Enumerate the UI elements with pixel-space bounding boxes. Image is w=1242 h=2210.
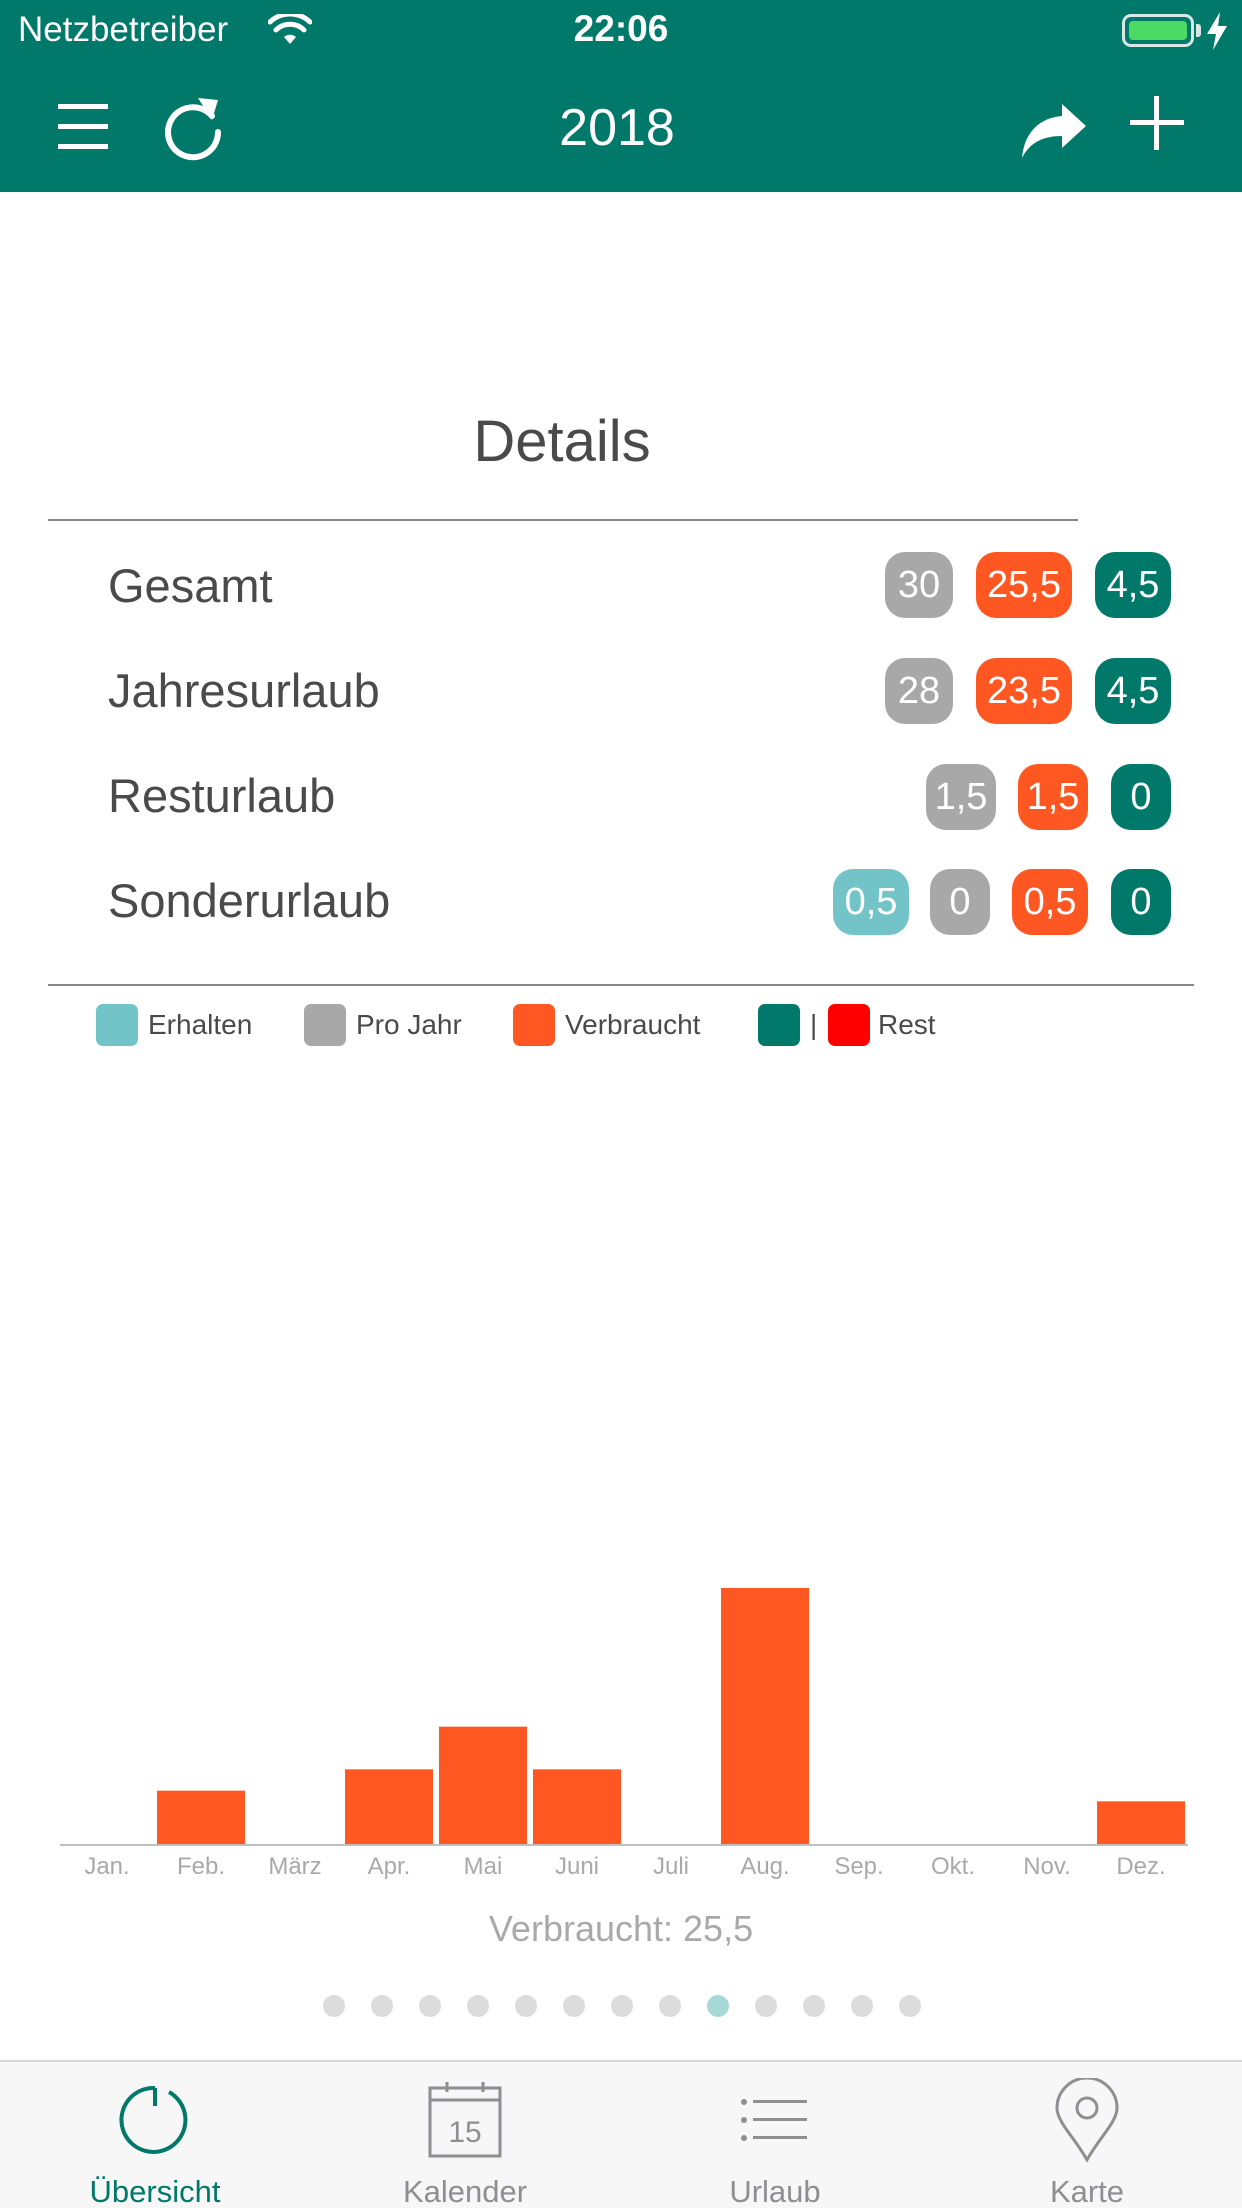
page-dot[interactable] bbox=[707, 1995, 729, 2017]
x-tick-label: Mai bbox=[464, 1853, 503, 1880]
x-tick-label: März bbox=[268, 1853, 321, 1880]
calendar-day: 15 bbox=[448, 2116, 481, 2149]
legend-label: Erhalten bbox=[148, 1009, 253, 1040]
bar bbox=[157, 1790, 245, 1844]
legend-label: Pro Jahr bbox=[356, 1009, 462, 1040]
row-label: Gesamt bbox=[108, 559, 273, 612]
badge-verbraucht: 1,5 bbox=[1018, 764, 1088, 830]
nav-bar: 2018 bbox=[0, 62, 1242, 192]
badge-pro-jahr: 1,5 bbox=[926, 764, 996, 830]
badge-rest: 0 bbox=[1111, 764, 1171, 830]
page-dot[interactable] bbox=[659, 1995, 681, 2017]
tab-label: Übersicht bbox=[89, 2174, 221, 2209]
x-tick-label: Aug. bbox=[740, 1853, 789, 1880]
legend-swatch bbox=[96, 1004, 138, 1046]
tab-label: Karte bbox=[1049, 2174, 1125, 2209]
x-tick-label: Feb. bbox=[177, 1853, 225, 1880]
tab-label: Urlaub bbox=[729, 2174, 821, 2209]
x-tick-label: Apr. bbox=[368, 1853, 411, 1880]
overview-icon bbox=[119, 2085, 188, 2154]
battery-cap bbox=[1196, 24, 1201, 37]
badge-rest: 4,5 bbox=[1095, 552, 1171, 618]
monthly-usage-chart: Jan. Feb. März Apr. Mai Juni Juli Aug. Sep. Okt. N… bbox=[60, 1588, 1188, 1880]
plus-icon[interactable] bbox=[1122, 90, 1192, 160]
page-dot[interactable] bbox=[371, 1995, 393, 2017]
tab-label: Kalender bbox=[402, 2174, 528, 2209]
page-dot[interactable] bbox=[563, 1995, 585, 2017]
badge-erhalten: 0,5 bbox=[833, 869, 909, 935]
page-dot[interactable] bbox=[467, 1995, 489, 2017]
clock: 22:06 bbox=[573, 8, 669, 49]
x-tick-label: Juni bbox=[555, 1853, 599, 1880]
tab-uebersicht[interactable]: Übersicht bbox=[0, 2062, 310, 2210]
row-label: Resturlaub bbox=[108, 769, 336, 822]
chart-caption: Verbraucht: 25,5 bbox=[488, 1908, 754, 1949]
page-dot[interactable] bbox=[803, 1995, 825, 2017]
legend-separator: | bbox=[810, 1009, 818, 1040]
tab-bar: Übersicht 15 Kalender Urlaub Karte bbox=[0, 2060, 1242, 2210]
bar bbox=[533, 1769, 621, 1844]
page-dot[interactable] bbox=[851, 1995, 873, 2017]
badge-pro-jahr: 0 bbox=[930, 869, 990, 935]
calendar-icon: 15 bbox=[428, 2082, 502, 2158]
legend-swatch bbox=[828, 1004, 870, 1046]
badge-rest: 4,5 bbox=[1095, 658, 1171, 724]
legend-label: Rest bbox=[878, 1009, 936, 1040]
battery-icon bbox=[1122, 14, 1194, 47]
list-icon bbox=[741, 2099, 807, 2141]
bar bbox=[345, 1769, 433, 1844]
divider bbox=[48, 984, 1194, 986]
legend-label: Verbraucht bbox=[565, 1009, 701, 1040]
map-pin-icon bbox=[1055, 2078, 1119, 2162]
bar bbox=[1097, 1801, 1185, 1844]
badge-verbraucht: 0,5 bbox=[1012, 869, 1088, 935]
page-dot[interactable] bbox=[323, 1995, 345, 2017]
charging-bolt-icon bbox=[1207, 12, 1227, 50]
tab-karte[interactable]: Karte bbox=[932, 2062, 1242, 2210]
divider bbox=[48, 519, 1078, 521]
legend-swatch bbox=[304, 1004, 346, 1046]
badge-verbraucht: 25,5 bbox=[976, 552, 1072, 618]
share-icon[interactable] bbox=[1018, 96, 1088, 166]
badge-pro-jahr: 28 bbox=[885, 658, 953, 724]
row-label: Jahresurlaub bbox=[108, 664, 380, 717]
x-tick-label: Dez. bbox=[1116, 1853, 1165, 1880]
x-tick-label: Juli bbox=[653, 1853, 689, 1880]
x-tick-label: Nov. bbox=[1023, 1853, 1071, 1880]
badge-rest: 0 bbox=[1111, 869, 1171, 935]
legend-swatch bbox=[758, 1004, 800, 1046]
page-dot[interactable] bbox=[899, 1995, 921, 2017]
tab-urlaub[interactable]: Urlaub bbox=[620, 2062, 930, 2210]
bar bbox=[721, 1588, 809, 1844]
legend-swatch bbox=[513, 1004, 555, 1046]
x-tick-label: Sep. bbox=[834, 1853, 883, 1880]
row-label: Sonderurlaub bbox=[108, 874, 391, 927]
bar bbox=[439, 1726, 527, 1844]
page-dot[interactable] bbox=[755, 1995, 777, 2017]
tab-kalender[interactable]: 15 Kalender bbox=[310, 2062, 620, 2210]
page-dot[interactable] bbox=[611, 1995, 633, 2017]
badge-verbraucht: 23,5 bbox=[976, 658, 1072, 724]
x-tick-label: Jan. bbox=[84, 1853, 129, 1880]
x-tick-label: Okt. bbox=[931, 1853, 975, 1880]
badge-pro-jahr: 30 bbox=[885, 552, 953, 618]
page-dot[interactable] bbox=[515, 1995, 537, 2017]
page-dot[interactable] bbox=[419, 1995, 441, 2017]
details-title: Details bbox=[473, 409, 651, 474]
status-bar: Netzbetreiber 22:06 bbox=[0, 0, 1242, 62]
